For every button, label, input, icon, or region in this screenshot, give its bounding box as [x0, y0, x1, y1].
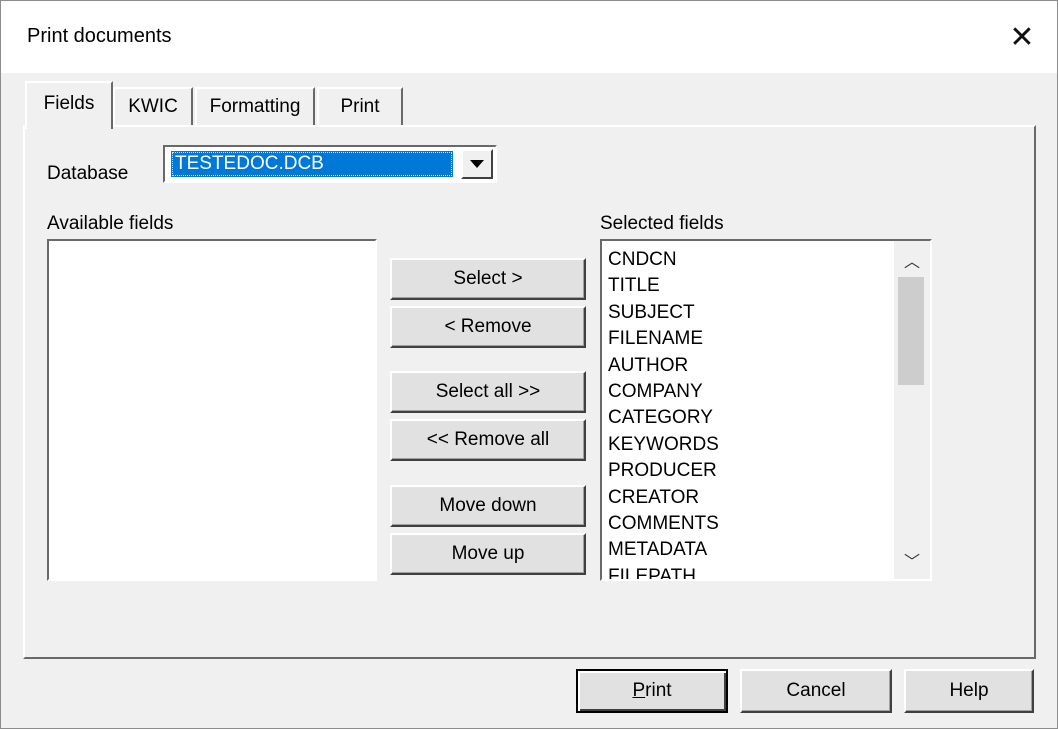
print-documents-dialog: Print documents ✕ Fields KWIC Formatting… [0, 0, 1058, 729]
available-fields-list[interactable] [47, 239, 377, 581]
list-item[interactable]: SUBJECT [608, 300, 719, 326]
list-item[interactable]: AUTHOR [608, 353, 719, 379]
list-item[interactable]: METADATA [608, 537, 719, 563]
selected-fields-list[interactable]: CNDCN TITLE SUBJECT FILENAME AUTHOR COMP… [600, 239, 932, 581]
list-item[interactable]: COMPANY [608, 379, 719, 405]
move-up-button[interactable]: Move up [390, 533, 586, 575]
list-item[interactable]: TITLE [608, 273, 719, 299]
print-mnemonic: P [632, 680, 646, 701]
list-item[interactable]: CNDCN [608, 247, 719, 273]
list-item[interactable]: CREATOR [608, 485, 719, 511]
move-down-button[interactable]: Move down [390, 485, 586, 527]
select-button[interactable]: Select > [390, 258, 586, 300]
tab-print[interactable]: Print [317, 87, 403, 125]
database-combobox[interactable]: TESTEDOC.DCB [163, 145, 497, 183]
chevron-down-icon [470, 160, 484, 168]
select-all-button[interactable]: Select all >> [390, 371, 586, 413]
remove-button-label: < Remove [444, 316, 532, 337]
print-label-rest: rint [645, 680, 672, 701]
scroll-up-button[interactable]: ︿ [894, 243, 930, 277]
scroll-down-icon: ﹀ [903, 554, 920, 571]
list-item[interactable]: COMMENTS [608, 511, 719, 537]
select-all-button-label: Select all >> [435, 381, 541, 402]
tab-fields[interactable]: Fields [25, 81, 113, 129]
remove-all-button-label: << Remove all [426, 429, 550, 450]
selected-fields-scrollbar[interactable]: ︿ ﹀ [894, 241, 930, 579]
database-label: Database [47, 163, 129, 184]
database-value: TESTEDOC.DCB [171, 151, 453, 177]
tab-formatting-label: Formatting [209, 96, 301, 117]
close-icon: ✕ [1009, 20, 1035, 54]
scroll-down-button[interactable]: ﹀ [894, 543, 930, 577]
list-item[interactable]: FILEPATH [608, 564, 719, 579]
selected-fields-items: CNDCN TITLE SUBJECT FILENAME AUTHOR COMP… [608, 247, 719, 579]
tab-kwic-label: KWIC [128, 96, 178, 117]
remove-all-button[interactable]: << Remove all [390, 419, 586, 461]
tab-fields-label: Fields [43, 93, 95, 114]
tab-kwic[interactable]: KWIC [113, 87, 193, 125]
cancel-button-label: Cancel [786, 680, 846, 701]
title-bar: Print documents ✕ [1, 1, 1057, 73]
database-dropdown-button[interactable] [461, 149, 493, 179]
list-item[interactable]: PRODUCER [608, 458, 719, 484]
list-item[interactable]: KEYWORDS [608, 432, 719, 458]
print-button[interactable]: Print [576, 669, 728, 713]
move-up-button-label: Move up [451, 543, 525, 564]
print-button-label: Print [632, 680, 671, 702]
move-down-button-label: Move down [439, 495, 537, 516]
selected-fields-label: Selected fields [600, 213, 724, 234]
cancel-button[interactable]: Cancel [740, 669, 892, 713]
available-fields-label: Available fields [47, 213, 174, 234]
scroll-up-icon: ︿ [903, 254, 920, 271]
remove-button[interactable]: < Remove [390, 306, 586, 348]
help-button[interactable]: Help [904, 669, 1034, 713]
list-item[interactable]: CATEGORY [608, 405, 719, 431]
tab-formatting[interactable]: Formatting [195, 87, 315, 125]
list-item[interactable]: FILENAME [608, 326, 719, 352]
select-button-label: Select > [453, 268, 523, 289]
window-title: Print documents [27, 25, 172, 47]
close-button[interactable]: ✕ [987, 1, 1057, 73]
tab-print-label: Print [340, 96, 380, 117]
scroll-thumb[interactable] [898, 277, 924, 385]
help-button-label: Help [949, 680, 989, 701]
